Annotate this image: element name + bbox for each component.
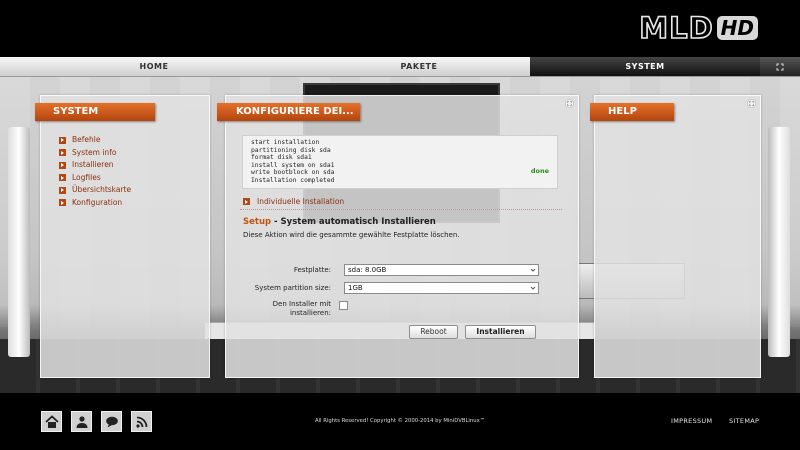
help-panel: HELP <box>590 95 761 378</box>
expand-icon[interactable] <box>747 99 756 108</box>
dropdown-arrow-icon <box>530 268 536 272</box>
home-icon-glyph <box>44 414 59 428</box>
user-account-icon[interactable] <box>71 411 92 432</box>
arrow-bullet-icon <box>59 199 66 207</box>
background-speaker-right <box>768 127 790 357</box>
configure-panel-title: KONFIGURIERE DEI... <box>217 103 360 121</box>
log-line: install system on sda1 <box>251 161 335 169</box>
menu-item-uebersichtskarte[interactable]: Übersichtskarte <box>59 184 131 197</box>
divider <box>240 209 562 210</box>
disk-select[interactable]: sda: 8.0GB <box>344 264 539 276</box>
system-menu: Befehle System info Installieren Logfile… <box>59 134 131 209</box>
log-line: start installation <box>251 139 320 146</box>
dropdown-arrow-icon <box>530 286 536 290</box>
chat-icon-glyph <box>105 416 118 427</box>
chat-icon[interactable] <box>101 411 122 432</box>
logo-text: MLD <box>638 11 714 45</box>
partition-size-value: 1GB <box>348 284 363 292</box>
individual-install-link[interactable]: Individuelle Installation <box>243 197 344 206</box>
configure-panel: KONFIGURIERE DEI... start installation p… <box>217 95 579 378</box>
include-installer-checkbox[interactable] <box>339 301 348 310</box>
menu-item-label: Logfiles <box>72 172 101 182</box>
menu-item-label: Übersichtskarte <box>72 185 132 194</box>
partition-size-select[interactable]: 1GB <box>344 282 539 294</box>
background-speaker-left <box>8 127 30 357</box>
arrow-bullet-icon <box>59 174 66 182</box>
menu-item-installieren[interactable]: Installieren <box>59 159 131 172</box>
system-panel-title: SYSTEM <box>35 103 155 121</box>
rss-icon-glyph <box>135 416 147 428</box>
tab-home[interactable]: HOME <box>0 57 308 76</box>
arrow-bullet-icon <box>59 149 66 157</box>
rss-icon[interactable] <box>131 411 152 432</box>
impressum-link[interactable]: IMPRESSUM <box>671 417 712 425</box>
install-log-console: start installation partitioning disk sda… <box>242 135 558 189</box>
setup-heading: Setup - System automatisch Installieren <box>243 217 436 227</box>
menu-item-befehle[interactable]: Befehle <box>59 134 131 147</box>
menu-item-konfiguration[interactable]: Konfiguration <box>59 197 131 210</box>
log-line: format disk sda1 <box>251 154 312 162</box>
tab-pakete[interactable]: PAKETE <box>308 57 530 76</box>
arrow-bullet-icon <box>59 161 66 169</box>
setup-description: Diese Aktion wird die gesammte gewählte … <box>243 231 460 239</box>
menu-item-logfiles[interactable]: Logfiles <box>59 172 131 185</box>
menu-item-label: Installieren <box>72 160 114 169</box>
include-installer-label: Den Installer mit installieren: <box>272 300 331 317</box>
disk-select-value: sda: 8.0GB <box>348 266 387 274</box>
copyright-text: All Rights Reserved! Copyright © 2000-20… <box>314 418 486 424</box>
menu-item-label: Befehle <box>72 135 101 144</box>
menu-item-system-info[interactable]: System info <box>59 147 131 160</box>
arrow-bullet-icon <box>243 198 250 205</box>
partition-size-label: System partition size: <box>254 284 331 292</box>
system-panel: SYSTEM Befehle System info Installieren … <box>35 95 210 378</box>
disk-label: Festplatte: <box>293 266 331 274</box>
individual-install-label: Individuelle Installation <box>257 197 345 206</box>
sitemap-link[interactable]: SITEMAP <box>729 417 759 425</box>
menu-item-label: Konfiguration <box>72 197 123 207</box>
footer: All Rights Reserved! Copyright © 2000-20… <box>0 393 800 450</box>
home-icon[interactable] <box>41 411 62 432</box>
main-navigation: HOME PAKETE SYSTEM <box>0 57 800 77</box>
reboot-button[interactable]: Reboot <box>409 325 458 339</box>
menu-item-label: System info <box>72 147 117 157</box>
arrow-bullet-icon <box>59 136 66 144</box>
install-button[interactable]: Installieren <box>465 325 536 339</box>
logo-badge: HD <box>716 16 758 40</box>
expand-icon[interactable] <box>565 99 574 108</box>
setup-heading-text: - System automatisch Installieren <box>271 217 436 227</box>
log-line: partitioning disk sda <box>251 146 331 154</box>
log-line: write bootblock on sda <box>251 169 335 177</box>
content-stage: SYSTEM Befehle System info Installieren … <box>0 77 800 393</box>
help-panel-title: HELP <box>590 103 674 121</box>
mld-hd-logo: MLD HD <box>638 11 758 45</box>
setup-heading-prefix: Setup <box>243 217 272 227</box>
log-line: Installation completed <box>251 176 335 184</box>
tab-system[interactable]: SYSTEM <box>530 57 760 76</box>
expand-icon <box>776 63 784 70</box>
install-status: done <box>530 167 549 176</box>
fullscreen-button[interactable] <box>760 57 800 76</box>
header: MLD HD <box>0 0 800 57</box>
arrow-bullet-icon <box>59 186 66 194</box>
user-account-icon-glyph <box>76 415 87 428</box>
